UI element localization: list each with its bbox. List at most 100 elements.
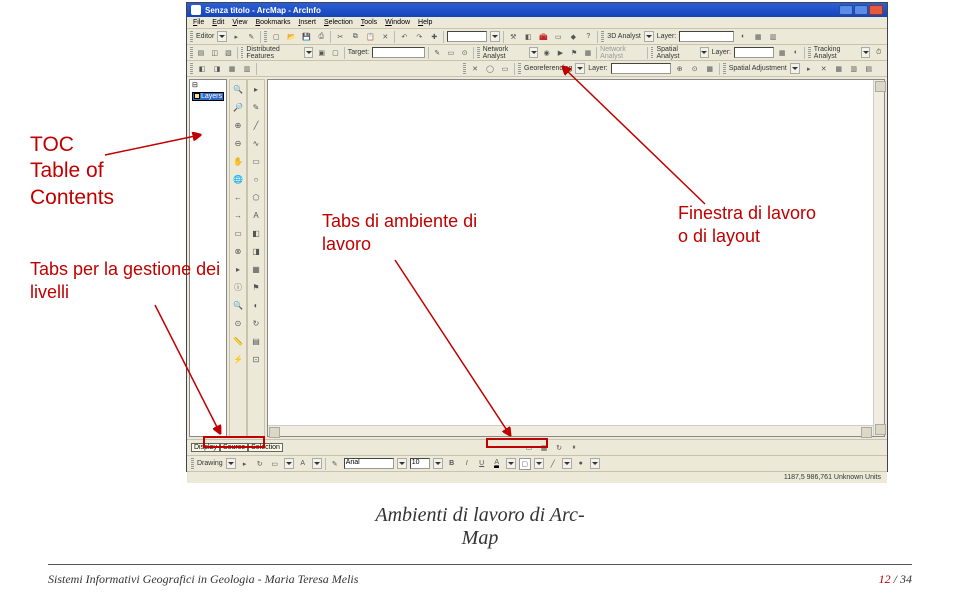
tool-icon[interactable]: ✕	[469, 63, 481, 75]
tool-icon[interactable]: ▦	[777, 47, 788, 59]
minimize-button[interactable]	[839, 5, 853, 15]
line-icon[interactable]: ╱	[249, 118, 263, 132]
pointer-icon[interactable]: ▸	[230, 31, 242, 43]
tool-icon[interactable]: ▥	[241, 63, 253, 75]
forward-icon[interactable]: →	[231, 208, 245, 222]
sketch-icon[interactable]: ✎	[249, 100, 263, 114]
zoom-out-icon[interactable]: 🔎	[231, 100, 245, 114]
help-icon[interactable]: ?	[582, 31, 594, 43]
tool-icon[interactable]: ▭	[446, 47, 457, 59]
menu-help[interactable]: Help	[416, 19, 434, 26]
shape-dropdown[interactable]	[284, 458, 294, 469]
tool-icon[interactable]: ▧	[223, 47, 234, 59]
grip-icon[interactable]	[651, 47, 654, 59]
size-dropdown[interactable]	[433, 458, 443, 469]
spatial-layer-input[interactable]	[734, 47, 774, 58]
back-icon[interactable]: ←	[231, 190, 245, 204]
tool-icon[interactable]: ▦	[249, 262, 263, 276]
close-button[interactable]	[869, 5, 883, 15]
measure-icon[interactable]: 📏	[231, 334, 245, 348]
rect-icon[interactable]: ▭	[249, 154, 263, 168]
tool-icon[interactable]: ◐	[249, 298, 263, 312]
tool-icon[interactable]: ▸	[803, 63, 815, 75]
tool-icon[interactable]: ▥	[767, 31, 779, 43]
toolbox-icon[interactable]: 🧰	[537, 31, 549, 43]
menu-file[interactable]: File	[191, 19, 206, 26]
tool-icon[interactable]: ⏱	[873, 47, 884, 59]
rect-draw-icon[interactable]: ▭	[269, 458, 281, 470]
editor-label[interactable]: Editor	[196, 33, 214, 40]
tool-icon[interactable]: ◨	[211, 63, 223, 75]
edit-tool-icon[interactable]: ▸	[249, 82, 263, 96]
tool-icon[interactable]: ◐	[737, 31, 749, 43]
grip-icon[interactable]	[190, 63, 193, 75]
cut-icon[interactable]: ✂	[334, 31, 346, 43]
model-icon[interactable]: ◆	[567, 31, 579, 43]
text-tool-icon[interactable]: A	[297, 458, 309, 470]
font-color-icon[interactable]: A	[491, 458, 503, 470]
grip-icon[interactable]	[241, 47, 244, 59]
add-data-icon[interactable]: ✚	[428, 31, 440, 43]
network-label[interactable]: Network Analyst	[483, 46, 527, 60]
analyst-3d-label[interactable]: 3D Analyst	[607, 33, 640, 40]
distributed-dropdown[interactable]	[304, 47, 313, 58]
tracking-label[interactable]: Tracking Analyst	[814, 46, 859, 60]
tool-icon[interactable]: ◐	[791, 47, 802, 59]
tool-icon[interactable]: ◫	[209, 47, 220, 59]
tool-icon[interactable]: ◉	[541, 47, 552, 59]
redo-icon[interactable]: ↷	[413, 31, 425, 43]
circle-icon[interactable]: ○	[249, 172, 263, 186]
fill-color-icon[interactable]: ▢	[519, 458, 531, 470]
drawing-label[interactable]: Drawing	[197, 460, 223, 467]
editor-toolbar-icon[interactable]: ⚒	[507, 31, 519, 43]
fixed-zoom-out-icon[interactable]: ⊖	[231, 136, 245, 150]
pencil-icon[interactable]: ✎	[245, 31, 257, 43]
text-icon[interactable]: A	[249, 208, 263, 222]
marker-color-icon[interactable]: ●	[575, 458, 587, 470]
find-icon[interactable]: 🔍	[231, 298, 245, 312]
clear-select-icon[interactable]: ⊗	[231, 244, 245, 258]
size-input[interactable]: 10	[410, 458, 430, 469]
select-element-icon[interactable]: ▸	[231, 262, 245, 276]
delete-icon[interactable]: ✕	[379, 31, 391, 43]
tool-icon[interactable]: ▤	[196, 47, 207, 59]
tool-icon[interactable]: ▢	[330, 47, 341, 59]
grip-icon[interactable]	[518, 63, 521, 75]
toc-layers-node[interactable]: ⊟ Layers	[190, 80, 226, 100]
tool-icon[interactable]: ↻	[249, 316, 263, 330]
edit-vertices-icon[interactable]: ✎	[329, 458, 341, 470]
editor-dropdown[interactable]	[217, 31, 227, 42]
italic-icon[interactable]: I	[461, 458, 473, 470]
font-dropdown[interactable]	[397, 458, 407, 469]
tool-icon[interactable]: ▣	[316, 47, 327, 59]
save-icon[interactable]: 💾	[300, 31, 312, 43]
bold-icon[interactable]: B	[446, 458, 458, 470]
grip-icon[interactable]	[264, 31, 267, 43]
grip-icon[interactable]	[601, 31, 604, 43]
line-color-icon[interactable]: ╱	[547, 458, 559, 470]
menu-selection[interactable]: Selection	[322, 19, 355, 26]
tool-icon[interactable]: ▦	[583, 47, 594, 59]
grip-icon[interactable]	[190, 47, 193, 59]
tool-icon[interactable]: ◯	[484, 63, 496, 75]
distributed-label[interactable]: Distributed Features	[246, 46, 301, 60]
hyperlink-icon[interactable]: ⚡	[231, 352, 245, 366]
grip-icon[interactable]	[477, 47, 480, 59]
tool-icon[interactable]: ▤	[863, 63, 875, 75]
select-icon[interactable]: ▭	[231, 226, 245, 240]
tool-icon[interactable]: ⊙	[459, 47, 470, 59]
pause-icon[interactable]: ⏸	[568, 442, 580, 454]
curve-icon[interactable]: ∿	[249, 136, 263, 150]
scale-input[interactable]	[447, 31, 487, 42]
drawing-dropdown[interactable]	[226, 458, 236, 469]
tool-icon[interactable]: ▦	[226, 63, 238, 75]
cmd-icon[interactable]: ▭	[552, 31, 564, 43]
tool-icon[interactable]: ◧	[249, 226, 263, 240]
scale-dropdown[interactable]	[490, 31, 500, 42]
pan-icon[interactable]: ✋	[231, 154, 245, 168]
grip-icon[interactable]	[808, 47, 811, 59]
refresh-icon[interactable]: ↻	[553, 442, 565, 454]
new-icon[interactable]: ▢	[270, 31, 282, 43]
tracking-dropdown[interactable]	[861, 47, 870, 58]
maximize-button[interactable]	[854, 5, 868, 15]
